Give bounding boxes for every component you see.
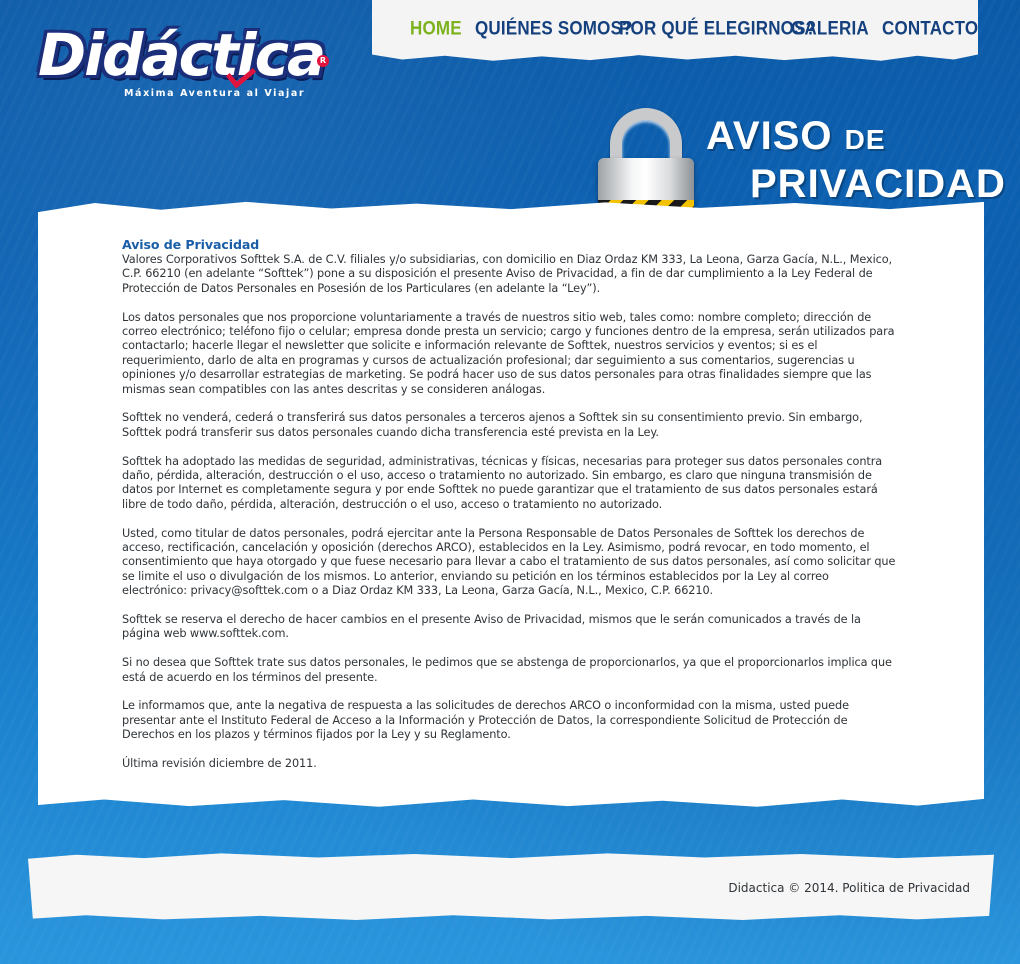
banner-word-de: de xyxy=(844,124,886,155)
registered-mark-icon: R xyxy=(317,55,329,67)
article-paragraph: Softtek se reserva el derecho de hacer c… xyxy=(122,613,861,641)
nav-galeria[interactable]: GALERIA xyxy=(791,18,869,40)
article-last-revision: Última revisión diciembre de 2011. xyxy=(122,757,317,771)
banner-word-aviso: Aviso xyxy=(706,114,833,158)
page-banner-title: Aviso de Privacidad xyxy=(706,114,1006,206)
article-title: Aviso de Privacidad xyxy=(122,237,260,252)
article-paragraph: Le informamos que, ante la negativa de r… xyxy=(122,699,849,742)
banner-line-1: Aviso de xyxy=(706,114,966,162)
nav-quienes-somos[interactable]: QUIÉNES SOMOS? xyxy=(475,18,633,40)
main-nav: HOME QUIÉNES SOMOS? POR QUÉ ELEGIRNOS? G… xyxy=(400,14,978,44)
nav-contacto[interactable]: CONTACTO xyxy=(882,18,978,40)
footer-copyright: Didactica © 2014. Politica de Privacidad xyxy=(728,881,970,895)
privacy-article: Aviso de Privacidad Valores Corporativos… xyxy=(122,238,897,786)
article-paragraph: Si no desea que Softtek trate sus datos … xyxy=(122,656,892,684)
logo-tagline: Máxima Aventura al Viajar xyxy=(124,88,306,99)
site-logo[interactable]: Didáctica R Máxima Aventura al Viajar xyxy=(38,22,338,104)
nav-por-que-elegirnos[interactable]: POR QUÉ ELEGIRNOS? xyxy=(619,18,816,40)
article-paragraph: Valores Corporativos Softtek S.A. de C.V… xyxy=(122,253,893,295)
article-paragraph: Softtek no venderá, cederá o transferirá… xyxy=(122,411,863,439)
article-paragraph: Los datos personales que nos proporcione… xyxy=(122,310,895,396)
article-paragraph: Softtek ha adoptado las medidas de segur… xyxy=(122,454,883,511)
logo-wordmark: Didáctica xyxy=(38,21,326,89)
article-paragraph: Usted, como titular de datos personales,… xyxy=(122,526,896,598)
banner-word-privacidad: Privacidad xyxy=(750,162,1006,206)
nav-home[interactable]: HOME xyxy=(410,18,462,40)
